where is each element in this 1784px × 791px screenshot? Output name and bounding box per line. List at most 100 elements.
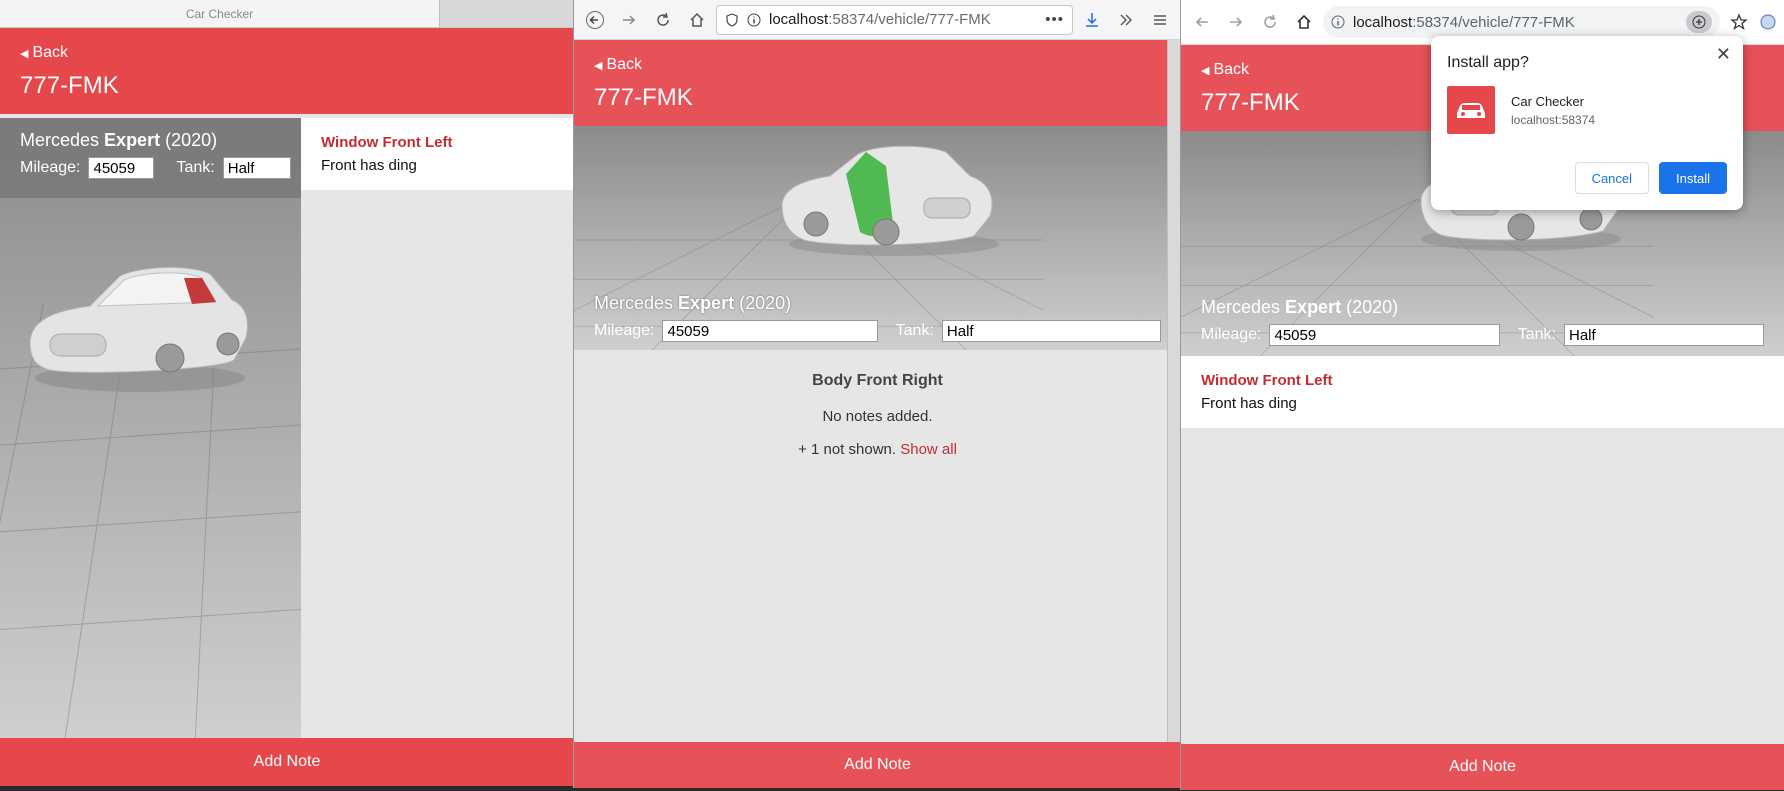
back-arrow-icon: ◀ (20, 47, 29, 60)
add-note-button[interactable]: Add Note (0, 738, 574, 786)
page-title: 777-FMK (594, 84, 693, 111)
extension-button[interactable] (1758, 7, 1778, 37)
star-icon (1730, 13, 1748, 31)
vehicle-title: Mercedes Expert (2020) (594, 293, 1161, 314)
car-scene: Mercedes Expert (2020) Mileage: Tank: (574, 126, 1181, 350)
url-bar[interactable]: localhost:58374/vehicle/777-FMK ••• (716, 4, 1073, 35)
add-note-button[interactable]: Add Note (574, 742, 1181, 788)
url-bar[interactable]: localhost:58374/vehicle/777-FMK (1323, 6, 1720, 38)
reload-icon (657, 12, 669, 26)
vehicle-year: (2020) (165, 130, 218, 150)
info-icon[interactable] (747, 13, 761, 27)
section-title: Body Front Right (812, 372, 943, 389)
car-scene: Mercedes Expert (2020) Mileage: Tank: (0, 118, 301, 738)
note-location: Window Front Left (321, 134, 453, 151)
forward-nav-button[interactable] (614, 5, 644, 35)
car-model-icon[interactable] (774, 136, 1004, 261)
install-app-host: localhost:58374 (1511, 112, 1596, 127)
car-model-icon[interactable] (20, 248, 260, 398)
back-button[interactable]: ◀ Back (594, 56, 1161, 74)
tab-strip-empty (440, 0, 574, 27)
car-icon (1457, 103, 1485, 118)
close-icon[interactable]: ✕ (1716, 44, 1731, 65)
vehicle-make: Mercedes (1201, 297, 1281, 317)
back-label: Back (32, 44, 69, 61)
forward-nav-button[interactable] (1221, 7, 1251, 37)
install-app-text: Car Checker localhost:58374 (1511, 94, 1595, 127)
back-arrow-icon: ◀ (1201, 64, 1210, 77)
install-button[interactable]: Install (1659, 162, 1727, 194)
install-plus-icon (1692, 15, 1706, 29)
menu-button[interactable] (1145, 5, 1175, 35)
tank-input[interactable] (941, 320, 1161, 342)
vehicle-make: Mercedes (594, 293, 674, 313)
info-icon[interactable] (1331, 15, 1345, 29)
chrome-window: localhost:58374/vehicle/777-FMK ◀ Back 7… (1180, 0, 1784, 790)
vehicle-fields: Mileage: Tank: (594, 320, 1161, 342)
downloads-button[interactable] (1077, 5, 1107, 35)
note-text: Front has ding (321, 157, 417, 174)
tank-input[interactable] (1564, 324, 1764, 346)
home-button[interactable] (682, 5, 712, 35)
arrow-right-icon (1230, 17, 1243, 27)
mileage-label: Mileage: (594, 322, 655, 339)
back-nav-button[interactable] (580, 5, 610, 35)
tank-label: Tank: (176, 159, 215, 176)
shield-icon[interactable] (725, 12, 739, 27)
mileage-input[interactable] (1269, 324, 1500, 346)
mileage-label: Mileage: (20, 159, 81, 176)
app-header: ◀ Back 777-FMK (0, 28, 574, 114)
home-icon (690, 12, 704, 27)
arrow-left-icon (1195, 17, 1208, 27)
arrow-left-icon (586, 10, 604, 29)
bookmark-button[interactable] (1724, 7, 1754, 37)
page-actions-icon[interactable]: ••• (1045, 11, 1064, 28)
window-edge (1167, 40, 1181, 742)
chevrons-right-icon (1120, 14, 1132, 25)
vehicle-model: Expert (1285, 297, 1342, 317)
notes-empty-state: Body Front Right No notes added. + 1 not… (574, 350, 1181, 458)
vehicle-fields: Mileage: Tank: (20, 157, 291, 179)
home-button[interactable] (1289, 7, 1319, 37)
install-app-name: Car Checker (1511, 93, 1584, 109)
url-host: localhost (769, 11, 829, 28)
note-card[interactable]: Window Front Left Front has ding (1181, 356, 1784, 428)
vehicle-model: Expert (104, 130, 161, 150)
mileage-input[interactable] (88, 157, 155, 179)
back-nav-button[interactable] (1187, 7, 1217, 37)
show-all-link[interactable]: Show all (900, 441, 957, 458)
vehicle-year: (2020) (1346, 297, 1399, 317)
vehicle-summary: Mercedes Expert (2020) Mileage: Tank: (0, 118, 301, 198)
vehicle-title: Mercedes Expert (2020) (1201, 297, 1764, 318)
vehicle-make: Mercedes (20, 130, 100, 150)
home-icon (1297, 14, 1311, 29)
car-app-icon (1447, 86, 1495, 134)
not-shown-text: + 1 not shown. (798, 441, 897, 458)
mileage-input[interactable] (662, 320, 878, 342)
install-dialog-buttons: Cancel Install (1574, 162, 1727, 194)
url-host: localhost (1353, 13, 1413, 31)
overflow-button[interactable] (1111, 5, 1141, 35)
cancel-button[interactable]: Cancel (1574, 162, 1650, 194)
tank-input[interactable] (222, 157, 291, 179)
vehicle-body: Mercedes Expert (2020) Mileage: Tank: (0, 118, 574, 738)
add-note-button[interactable]: Add Note (1181, 744, 1784, 790)
safari-tab[interactable]: Car Checker (0, 0, 440, 27)
back-arrow-icon: ◀ (594, 59, 603, 72)
install-app-button[interactable] (1686, 11, 1712, 33)
back-label: Back (1213, 61, 1250, 78)
url-text: localhost:58374/vehicle/777-FMK (1353, 14, 1575, 31)
app-header: ◀ Back 777-FMK (574, 40, 1181, 126)
reload-button[interactable] (648, 5, 678, 35)
tank-label: Tank: (1517, 326, 1556, 343)
vehicle-summary: Mercedes Expert (2020) Mileage: Tank: (1181, 297, 1784, 346)
install-app-info: Car Checker localhost:58374 (1447, 86, 1727, 134)
page-title: 777-FMK (20, 72, 119, 99)
install-dialog-title: Install app? (1447, 54, 1529, 71)
back-button[interactable]: ◀ Back (20, 44, 554, 62)
note-card[interactable]: Window Front Left Front has ding (301, 118, 574, 190)
reload-icon (1264, 14, 1276, 28)
reload-button[interactable] (1255, 7, 1285, 37)
url-path: :58374/vehicle/777-FMK (1412, 13, 1575, 31)
vehicle-model: Expert (678, 293, 735, 313)
